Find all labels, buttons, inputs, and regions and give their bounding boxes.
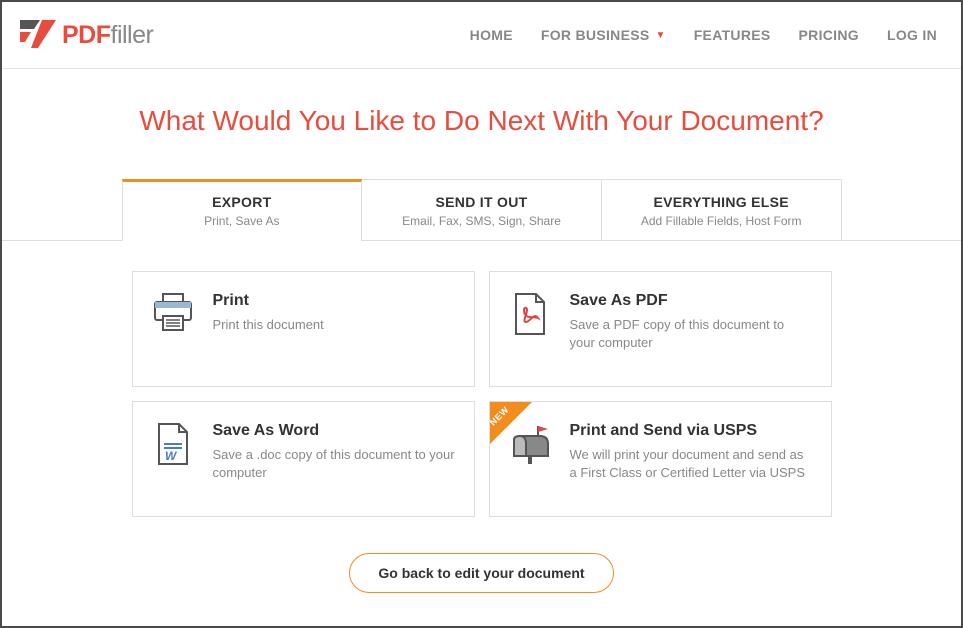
logo-filler: filler <box>111 21 154 49</box>
card-save-word[interactable]: W Save As Word Save a .doc copy of this … <box>132 401 475 517</box>
card-title: Print <box>213 292 456 310</box>
card-desc: We will print your document and send as … <box>570 446 813 482</box>
back-button[interactable]: Go back to edit your document <box>349 553 613 593</box>
logo-icon <box>20 20 56 50</box>
logo[interactable]: PDFfiller <box>20 20 153 50</box>
printer-icon <box>151 292 195 366</box>
header: PDFfiller HOME FOR BUSINESS ▼ FEATURES P… <box>2 2 961 69</box>
nav-home[interactable]: HOME <box>470 27 513 43</box>
card-desc: Print this document <box>213 316 456 334</box>
logo-text: PDFfiller <box>62 21 153 50</box>
cards-grid: Print Print this document Save As PDF Sa… <box>132 271 832 517</box>
tabs: EXPORT Print, Save As SEND IT OUT Email,… <box>122 179 842 241</box>
card-save-pdf[interactable]: Save As PDF Save a PDF copy of this docu… <box>489 271 832 387</box>
chevron-down-icon: ▼ <box>656 30 666 41</box>
logo-pdf: PDF <box>62 21 111 49</box>
tab-export[interactable]: EXPORT Print, Save As <box>122 179 363 241</box>
tab-send[interactable]: SEND IT OUT Email, Fax, SMS, Sign, Share <box>362 179 602 241</box>
main-content: What Would You Like to Do Next With Your… <box>2 69 961 593</box>
tab-sublabel: Add Fillable Fields, Host Form <box>602 214 841 228</box>
tab-label: SEND IT OUT <box>362 194 601 210</box>
card-desc: Save a PDF copy of this document to your… <box>570 316 813 352</box>
card-usps[interactable]: NEW Print and Send via USPS We will prin… <box>489 401 832 517</box>
card-title: Save As PDF <box>570 292 813 310</box>
nav-features[interactable]: FEATURES <box>694 27 771 43</box>
card-print[interactable]: Print Print this document <box>132 271 475 387</box>
nav-business[interactable]: FOR BUSINESS ▼ <box>541 27 666 43</box>
nav-pricing[interactable]: PRICING <box>799 27 859 43</box>
card-title: Save As Word <box>213 422 456 440</box>
nav-business-label: FOR BUSINESS <box>541 27 650 43</box>
tabs-container: EXPORT Print, Save As SEND IT OUT Email,… <box>2 179 961 241</box>
page-title: What Would You Like to Do Next With Your… <box>2 105 961 137</box>
tab-sublabel: Print, Save As <box>123 214 362 228</box>
card-title: Print and Send via USPS <box>570 422 813 440</box>
card-desc: Save a .doc copy of this document to you… <box>213 446 456 482</box>
pdf-file-icon <box>508 292 552 366</box>
nav: HOME FOR BUSINESS ▼ FEATURES PRICING LOG… <box>470 27 937 43</box>
tab-everything[interactable]: EVERYTHING ELSE Add Fillable Fields, Hos… <box>602 179 842 241</box>
tab-label: EXPORT <box>123 194 362 210</box>
nav-login[interactable]: LOG IN <box>887 27 937 43</box>
svg-text:W: W <box>165 449 178 463</box>
tab-sublabel: Email, Fax, SMS, Sign, Share <box>362 214 601 228</box>
tab-label: EVERYTHING ELSE <box>602 194 841 210</box>
word-file-icon: W <box>151 422 195 496</box>
